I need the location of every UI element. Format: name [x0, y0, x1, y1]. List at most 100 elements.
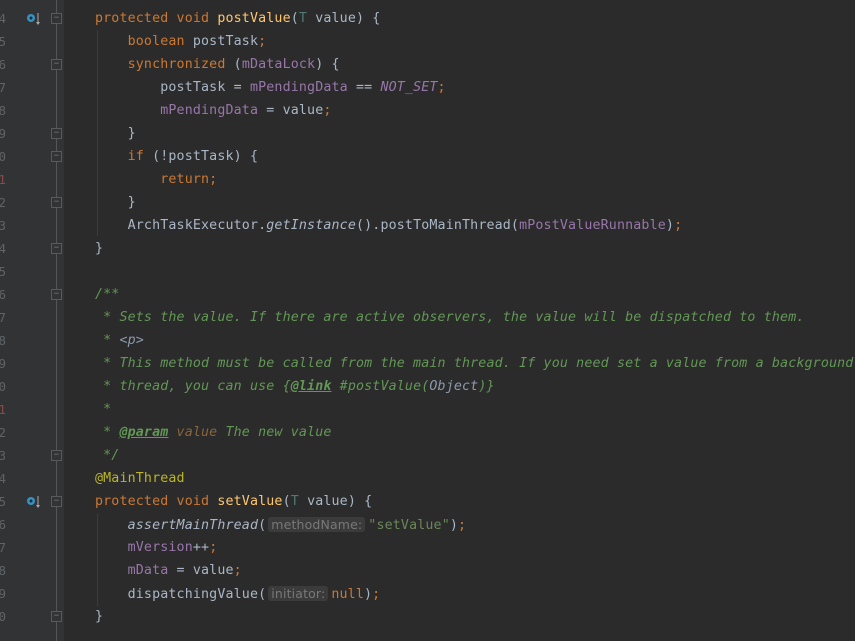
fold-marker-icon[interactable]: − [51, 151, 62, 162]
code-token: * [95, 333, 120, 348]
code-line[interactable]: } [95, 237, 103, 260]
code-line[interactable]: * This method must be called from the ma… [95, 352, 853, 375]
line-number: 8 [0, 103, 6, 118]
code-token: ) [449, 518, 459, 533]
code-line[interactable]: mVersion++; [95, 536, 218, 559]
fold-marker-icon[interactable]: − [51, 496, 62, 507]
code-token: ; [674, 218, 683, 233]
code-token: ; [323, 103, 332, 118]
code-line[interactable]: } [95, 191, 136, 214]
line-number: 7 [0, 540, 6, 555]
code-token: ( [233, 57, 242, 72]
line-number: 1 [0, 402, 6, 417]
code-token: protected void [95, 494, 218, 509]
code-token: * [95, 425, 120, 440]
fold-marker-icon[interactable]: − [51, 243, 62, 254]
code-line[interactable]: } [95, 122, 136, 145]
code-token: ; [437, 80, 446, 95]
code-token: ; [258, 34, 267, 49]
code-token: NOT_SET [380, 80, 438, 95]
line-number: 6 [0, 57, 6, 72]
code-token: = value [168, 563, 234, 578]
fold-marker-icon[interactable]: − [51, 289, 62, 300]
code-line[interactable]: } [95, 605, 103, 628]
code-line[interactable]: */ [95, 444, 119, 467]
code-line[interactable]: boolean postTask; [95, 30, 267, 53]
code-line[interactable]: assertMainThread(methodName: "setValue"); [95, 513, 466, 536]
line-number: 0 [0, 149, 6, 164]
overriding-method-icon[interactable] [26, 494, 42, 510]
code-token: mDataLock [241, 57, 316, 72]
code-line[interactable]: * Sets the value. If there are active ob… [95, 306, 805, 329]
code-token: postValue [217, 11, 291, 26]
code-token: mData [127, 563, 169, 578]
parameter-hint: methodName: [268, 517, 366, 532]
fold-marker-icon[interactable]: − [51, 59, 62, 70]
fold-marker-icon[interactable]: − [51, 611, 62, 622]
code-line[interactable]: * [95, 398, 111, 421]
code-token: (!postTask) { [152, 149, 259, 164]
code-token: ( [282, 494, 291, 509]
code-token: value) { [307, 494, 373, 509]
code-token: mPostValueRunnable [519, 218, 666, 233]
code-line[interactable]: @MainThread [95, 467, 185, 490]
code-line[interactable]: /** [95, 283, 119, 306]
line-number: 2 [0, 195, 6, 210]
code-token: ; [458, 518, 467, 533]
line-number: 4 [0, 241, 6, 256]
indent-guide [97, 514, 98, 606]
line-number: 6 [0, 517, 6, 532]
fold-marker-icon[interactable]: − [51, 197, 62, 208]
line-number: 9 [0, 356, 6, 371]
code-line[interactable]: ArchTaskExecutor.getInstance().postToMai… [95, 214, 682, 237]
fold-marker-icon[interactable]: − [51, 128, 62, 139]
code-token: value) { [315, 11, 381, 26]
code-token: ( [290, 11, 299, 26]
parameter-hint: initiator: [268, 586, 329, 601]
fold-marker-icon[interactable]: − [51, 13, 62, 24]
code-token: * This method must be called from the ma… [95, 356, 854, 371]
code-token: /** [95, 287, 120, 302]
indent-guide [97, 30, 98, 236]
line-number: 6 [0, 287, 6, 302]
code-token: value [168, 425, 218, 440]
code-token: ArchTaskExecutor. [95, 218, 267, 233]
code-token: ) [363, 587, 373, 602]
code-token: setValue [217, 494, 283, 509]
code-token: ; [209, 540, 218, 555]
code-token: mPendingData [160, 103, 259, 118]
code-line[interactable]: * <p> [95, 329, 144, 352]
code-token: getInstance [266, 218, 356, 233]
code-token: "setValue" [368, 518, 450, 533]
line-number: 7 [0, 80, 6, 95]
code-token: } [95, 241, 104, 256]
code-line[interactable]: dispatchingValue(initiator: null); [95, 582, 380, 605]
code-line[interactable]: * @param value The new value [95, 421, 332, 444]
code-line[interactable]: mData = value; [95, 559, 242, 582]
fold-marker-icon[interactable]: − [51, 450, 62, 461]
code-token: } [95, 126, 136, 141]
code-token: = value [258, 103, 324, 118]
line-number: 8 [0, 563, 6, 578]
code-token: @MainThread [95, 471, 185, 486]
code-token: <p> [119, 333, 144, 348]
code-line[interactable]: if (!postTask) { [95, 145, 258, 168]
code-line[interactable]: protected void setValue(T value) { [95, 490, 372, 513]
line-number: 2 [0, 425, 6, 440]
line-number: 5 [0, 494, 6, 509]
line-number: 5 [0, 264, 6, 279]
code-token: T [298, 11, 316, 26]
code-token: ( [258, 518, 267, 533]
code-line[interactable]: return; [95, 168, 217, 191]
code-token: mVersion [127, 540, 193, 555]
code-line[interactable]: * thread, you can use {@link #postValue(… [95, 375, 495, 398]
code-line[interactable]: synchronized (mDataLock) { [95, 53, 340, 76]
code-line[interactable]: mPendingData = value; [95, 99, 332, 122]
overriding-method-icon[interactable] [26, 11, 42, 27]
code-line[interactable]: protected void postValue(T value) { [95, 7, 380, 30]
code-token: ; [233, 563, 242, 578]
code-token: * Sets the value. If there are active ob… [95, 310, 805, 325]
code-line[interactable]: postTask = mPendingData == NOT_SET; [95, 76, 446, 99]
